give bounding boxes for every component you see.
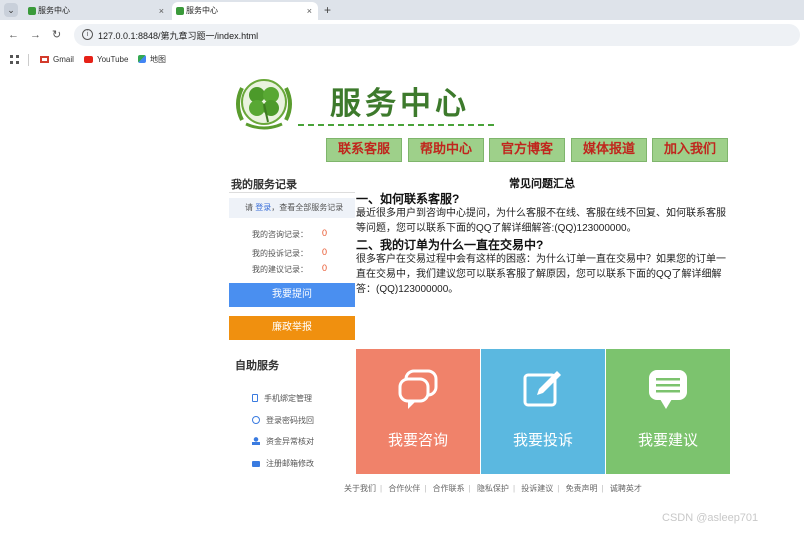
- url-text: 127.0.0.1:8848/第九章习题一/index.html: [98, 31, 259, 41]
- csdn-watermark: CSDN @asleep701: [662, 512, 759, 524]
- faq-answer-1: 最近很多用户到咨询中心提问，为什么客服不在线、客服在线不回复、如何联系客服等问题…: [356, 208, 726, 234]
- footer-link-about[interactable]: 关于我们: [344, 484, 376, 493]
- bookmark-maps[interactable]: 地图: [138, 54, 166, 66]
- nav-media-reports[interactable]: 媒体报道: [571, 138, 647, 162]
- complaint-tile-label: 我要投诉: [512, 432, 573, 449]
- tab-2-title: 服务中心: [186, 6, 218, 15]
- tab-search-icon[interactable]: ⌄: [4, 3, 18, 17]
- edit-icon: [523, 371, 561, 407]
- nav-join-us[interactable]: 加入我们: [652, 138, 728, 162]
- consult-tile-label: 我要咨询: [387, 432, 448, 449]
- apps-grid-icon[interactable]: [10, 55, 19, 64]
- faq-question-2: 二、我的订单为什么一直在交易中?: [356, 238, 544, 252]
- faq-title: 常见问题汇总: [509, 178, 575, 190]
- gmail-icon: [40, 56, 49, 63]
- search-icon: [252, 416, 260, 424]
- phone-icon: [252, 394, 258, 402]
- complaint-record-label: 我的投诉记录：: [252, 249, 308, 258]
- sidebar-divider: [229, 192, 355, 193]
- tab-1[interactable]: 服务中心 ×: [24, 2, 170, 20]
- user-icon: [252, 437, 260, 445]
- title-divider: [298, 124, 494, 127]
- self-service-password-recovery[interactable]: 登录密码找回: [252, 415, 314, 427]
- footer-link-privacy[interactable]: 隐私保护: [477, 484, 509, 493]
- tab-1-title: 服务中心: [38, 6, 70, 15]
- integrity-report-button[interactable]: 廉政举报: [229, 316, 355, 340]
- footer-link-careers[interactable]: 诚聘英才: [610, 484, 642, 493]
- login-link[interactable]: 登录: [255, 203, 271, 212]
- favicon-icon: [176, 7, 184, 15]
- suggestion-tile[interactable]: 我要建议: [606, 349, 730, 474]
- suggestion-record-label: 我的建议记录：: [252, 265, 308, 274]
- chat-icon: [398, 369, 438, 409]
- browser-toolbar: ← → ↻ i 127.0.0.1:8848/第九章习题一/index.html: [0, 20, 804, 50]
- suggestion-record-count: 0: [322, 263, 328, 273]
- faq-answer-2: 很多客户在交易过程中会有这样的困惑：为什么订单一直在交易中？如果您的订单一直在交…: [356, 254, 726, 295]
- address-bar[interactable]: i 127.0.0.1:8848/第九章习题一/index.html: [74, 24, 800, 46]
- bookmarks-bar: Gmail YouTube 地图: [0, 50, 804, 70]
- message-icon: [649, 370, 687, 409]
- nav-contact-service[interactable]: 联系客服: [326, 138, 402, 162]
- suggestion-tile-label: 我要建议: [637, 432, 698, 449]
- bookmarks-divider: [28, 54, 29, 66]
- complaint-record-count: 0: [322, 247, 328, 257]
- reload-button[interactable]: ↻: [52, 28, 61, 42]
- site-info-icon[interactable]: i: [82, 29, 93, 40]
- footer-links: 关于我们 | 合作伙伴 | 合作联系 | 隐私保护 | 投诉建议 | 免责声明 | 诚聘英才: [344, 484, 642, 493]
- self-service-email-change[interactable]: 注册邮箱修改: [252, 458, 314, 470]
- new-tab-button[interactable]: +: [324, 1, 331, 19]
- service-records-title: 我的服务记录: [231, 179, 297, 191]
- faq-question-1: 一、如何联系客服?: [356, 192, 460, 206]
- tab-strip: ⌄ 服务中心 × 服务中心 × +: [0, 0, 804, 20]
- nav-help-center[interactable]: 帮助中心: [408, 138, 484, 162]
- bookmark-youtube[interactable]: YouTube: [84, 54, 128, 66]
- forward-button[interactable]: →: [30, 28, 41, 42]
- close-icon[interactable]: ×: [307, 2, 312, 20]
- self-service-title: 自助服务: [235, 360, 279, 372]
- close-icon[interactable]: ×: [159, 2, 164, 20]
- complaint-tile[interactable]: 我要投诉: [481, 349, 605, 474]
- tab-2-active[interactable]: 服务中心 ×: [172, 2, 318, 20]
- bookmark-gmail[interactable]: Gmail: [40, 54, 74, 66]
- mail-icon: [252, 461, 260, 467]
- footer-link-disclaimer[interactable]: 免责声明: [566, 484, 598, 493]
- clover-logo-icon: [236, 79, 292, 130]
- footer-link-contact[interactable]: 合作联系: [433, 484, 465, 493]
- nav-official-blog[interactable]: 官方博客: [489, 138, 565, 162]
- site-title: 服务中心: [330, 86, 470, 122]
- login-prompt: 请 登录，查看全部服务记录: [229, 198, 355, 218]
- back-button[interactable]: ←: [8, 28, 19, 42]
- consult-record-label: 我的咨询记录：: [252, 230, 308, 239]
- youtube-icon: [84, 56, 93, 63]
- favicon-icon: [28, 7, 36, 15]
- footer-link-partners[interactable]: 合作伙伴: [388, 484, 420, 493]
- self-service-phone-binding[interactable]: 手机绑定管理: [252, 393, 312, 405]
- consult-record-count: 0: [322, 228, 328, 238]
- footer-link-feedback[interactable]: 投诉建议: [521, 484, 553, 493]
- consult-tile[interactable]: 我要咨询: [356, 349, 480, 474]
- self-service-fund-check[interactable]: 资金异常核对: [252, 436, 314, 448]
- maps-icon: [138, 55, 146, 63]
- ask-question-button[interactable]: 我要提问: [229, 283, 355, 307]
